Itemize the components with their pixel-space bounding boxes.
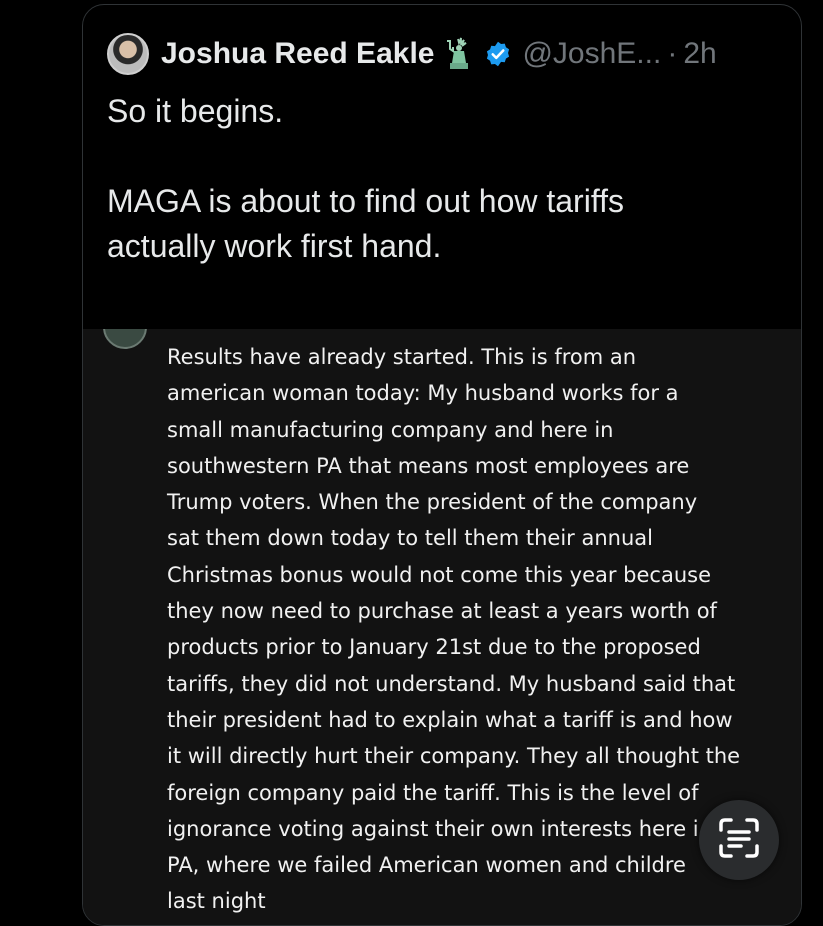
embedded-line: Christmas bonus would not come this year… — [167, 562, 712, 587]
embedded-line: last night — [167, 889, 266, 914]
author-avatar[interactable] — [107, 33, 149, 75]
tweet-card[interactable]: Joshua Reed Eakle @JoshE... · 2h So it b… — [82, 4, 802, 926]
embedded-line: foreign company paid the tariff. This is… — [167, 780, 699, 805]
text-scan-button[interactable] — [699, 800, 779, 880]
embedded-line: american woman today: My husband works f… — [167, 381, 679, 406]
tweet-media-image[interactable]: Results have already started. This is fr… — [83, 329, 801, 925]
embedded-line: southwestern PA that means most employee… — [167, 453, 690, 478]
separator-dot: · — [667, 37, 678, 70]
embedded-line: it will directly hurt their company. The… — [167, 744, 741, 769]
tweet-timestamp[interactable]: 2h — [683, 37, 716, 71]
statue-of-liberty-icon — [444, 37, 474, 71]
tweet-text: So it begins. MAGA is about to find out … — [107, 89, 767, 269]
author-handle[interactable]: @JoshE... — [522, 37, 661, 71]
embedded-line: they now need to purchase at least a yea… — [167, 599, 717, 624]
verified-badge-icon — [484, 40, 512, 68]
embedded-line: PA, where we failed American women and c… — [167, 853, 686, 878]
tweet-line: MAGA is about to find out how tariffs — [107, 183, 625, 219]
embedded-line: sat them down today to tell them their a… — [167, 526, 653, 551]
tweet-line: actually work first hand. — [107, 228, 442, 264]
author-name[interactable]: Joshua Reed Eakle — [161, 37, 434, 71]
tweet-line-gap — [107, 134, 767, 179]
embedded-avatar — [103, 329, 147, 349]
tweet-header: Joshua Reed Eakle @JoshE... · 2h — [107, 33, 717, 75]
embedded-line: their president had to explain what a ta… — [167, 707, 733, 732]
embedded-line: small manufacturing company and here in — [167, 417, 614, 442]
text-scan-icon — [717, 816, 761, 865]
embedded-line: products prior to January 21st due to th… — [167, 635, 701, 660]
embedded-line: ignorance voting against their own inter… — [167, 816, 699, 841]
embedded-screenshot-text: Results have already started. This is fr… — [167, 339, 767, 920]
embedded-line: Trump voters. When the president of the … — [167, 490, 698, 515]
embedded-line: tariffs, they did not understand. My hus… — [167, 671, 736, 696]
tweet-line: So it begins. — [107, 93, 284, 129]
embedded-line: Results have already started. This is fr… — [167, 345, 637, 369]
